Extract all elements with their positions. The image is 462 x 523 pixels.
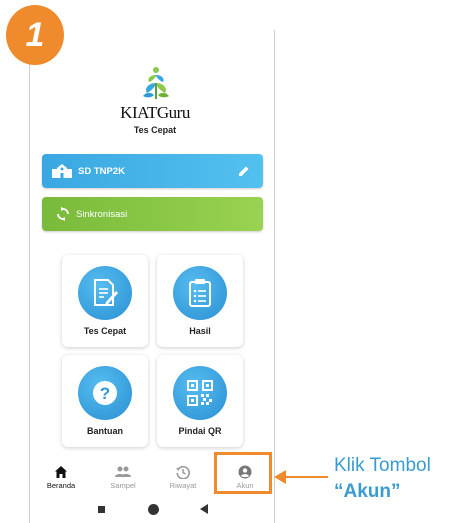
app-name: KIATGuru — [120, 103, 190, 122]
menu-card-hasil[interactable]: Hasil — [157, 255, 243, 347]
sync-label: Sinkronisasi — [76, 208, 128, 220]
recent-apps-icon[interactable] — [98, 506, 105, 513]
step-number-badge: 1 — [6, 5, 64, 65]
kiatguru-logo-icon — [143, 67, 169, 99]
step-number: 1 — [25, 16, 45, 54]
menu-label: Hasil — [189, 326, 211, 336]
nav-item-sampel[interactable]: Sampel — [98, 452, 148, 498]
arrow-left-icon — [274, 470, 286, 484]
menu-label: Tes Cepat — [83, 326, 127, 336]
back-icon[interactable] — [200, 504, 208, 514]
nav-label: Beranda — [46, 481, 76, 490]
akun-highlight-box — [214, 452, 272, 494]
menu-card-bantuan[interactable]: ? Bantuan — [62, 355, 148, 447]
school-icon — [52, 164, 72, 178]
sync-button[interactable]: Sinkronisasi — [42, 197, 263, 231]
callout-instruction: Klik Tombol — [334, 455, 431, 476]
menu-card-pindai-qr[interactable]: Pindai QR — [157, 355, 243, 447]
history-icon — [176, 465, 190, 479]
nav-item-beranda[interactable]: Beranda — [36, 452, 86, 498]
school-name: SD TNP2K — [78, 165, 125, 177]
home-button-icon[interactable] — [148, 504, 159, 515]
svg-text:?: ? — [100, 384, 110, 403]
nav-item-riwayat[interactable]: Riwayat — [158, 452, 208, 498]
menu-label: Bantuan — [87, 426, 123, 436]
nav-label: Sampel — [110, 481, 136, 490]
system-navigation-bar — [31, 500, 274, 520]
nav-label: Riwayat — [169, 481, 197, 490]
menu-card-tes-cepat[interactable]: Tes Cepat — [62, 255, 148, 347]
menu-label: Pindai QR — [178, 426, 222, 436]
people-icon — [115, 466, 131, 477]
home-icon — [55, 466, 67, 478]
pencil-icon[interactable] — [238, 165, 250, 177]
school-button[interactable]: SD TNP2K — [42, 154, 263, 188]
qr-code-icon — [173, 366, 227, 420]
clipboard-icon — [173, 266, 227, 320]
callout-button-name: “Akun” — [334, 481, 401, 502]
app-subtitle: Tes Cepat — [133, 125, 177, 135]
sync-icon — [57, 207, 69, 221]
test-document-icon — [78, 266, 132, 320]
help-icon: ? — [78, 366, 132, 420]
